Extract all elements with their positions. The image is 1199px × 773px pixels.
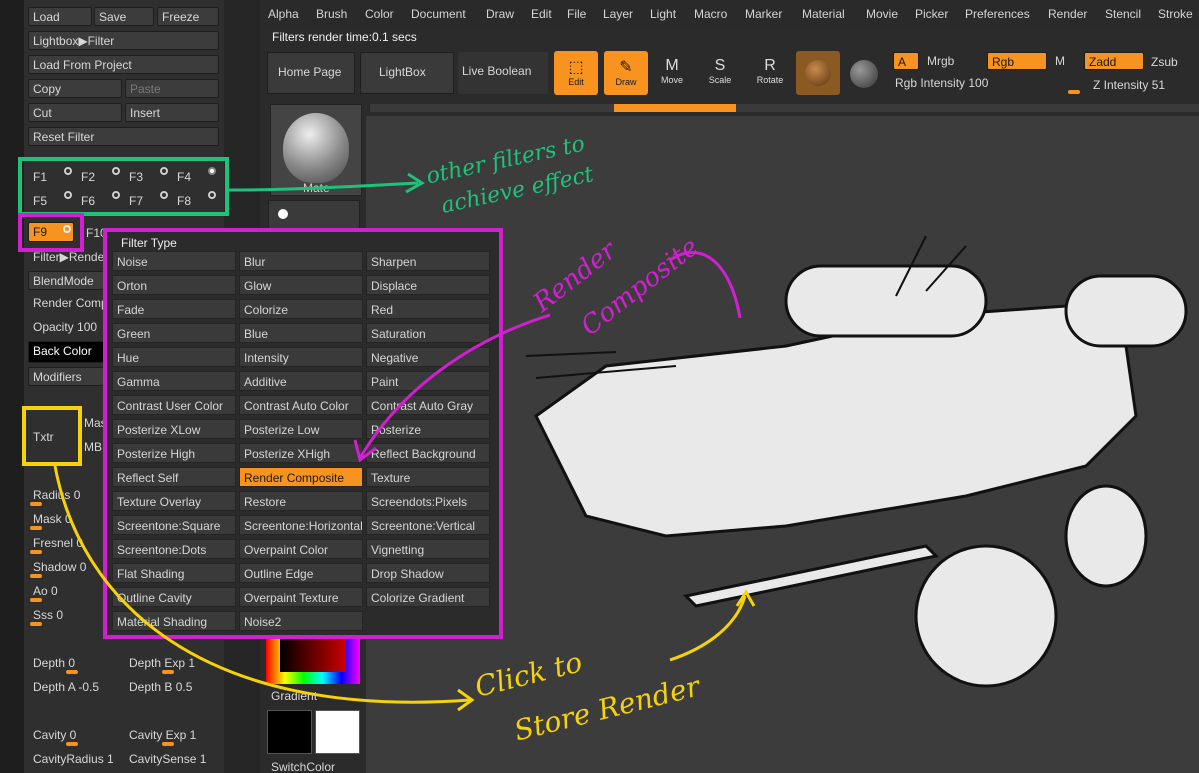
magenta-arrow (358, 313, 551, 459)
annotation-layer (53, 172, 756, 712)
yellow-arrow (53, 465, 471, 704)
yellow-arrow-2 (669, 595, 747, 662)
green-arrow (228, 181, 419, 192)
